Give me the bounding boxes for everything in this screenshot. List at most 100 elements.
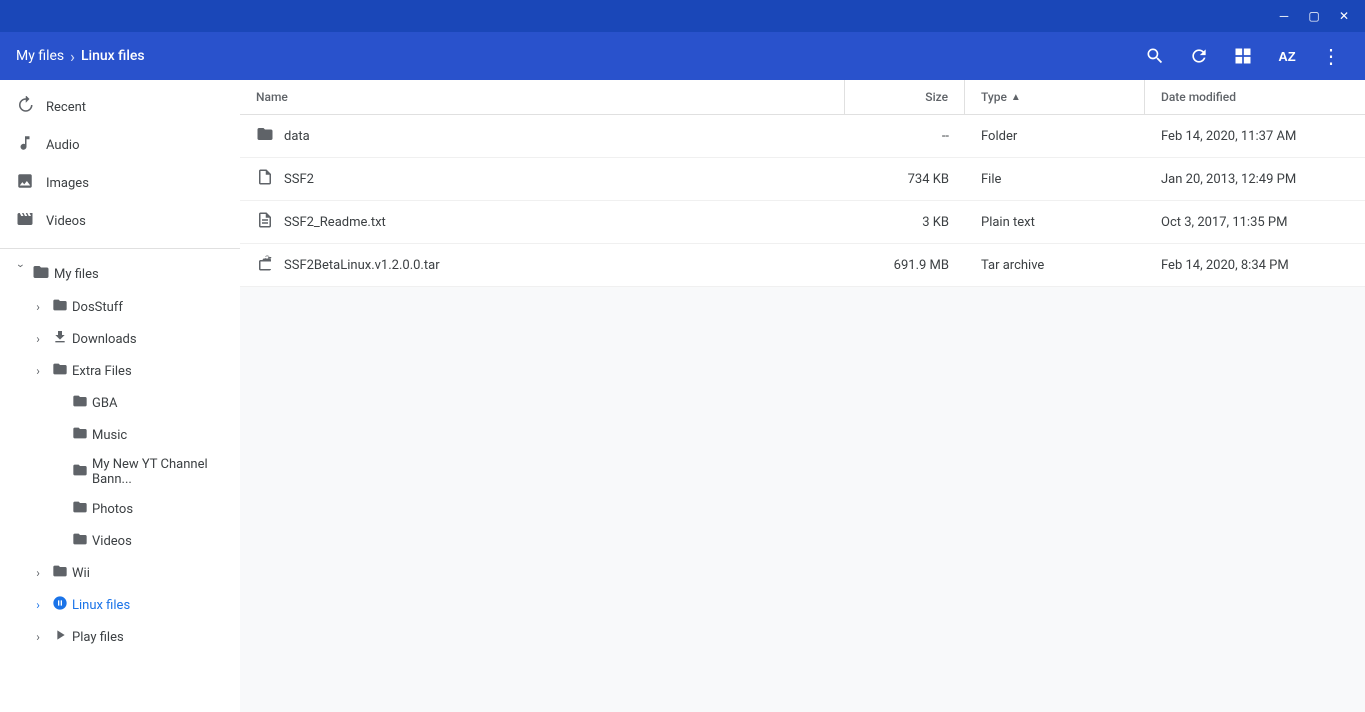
search-button[interactable] — [1137, 38, 1173, 74]
file-size: -- — [942, 129, 949, 144]
file-type-cell: Tar archive — [965, 244, 1145, 286]
file-type-cell: Plain text — [965, 201, 1145, 243]
column-header-name[interactable]: Name — [240, 80, 845, 114]
dosstuff-chevron: › — [28, 297, 48, 317]
titlebar: ─ ▢ ✕ — [0, 0, 1365, 32]
yt-channel-label: My New YT Channel Bann... — [92, 457, 232, 487]
sidebar-item-my-files[interactable]: › My files — [0, 257, 240, 291]
play-files-chevron: › — [28, 627, 48, 647]
file-name: data — [284, 129, 310, 144]
downloads-label: Downloads — [72, 332, 137, 347]
sidebar-item-downloads[interactable]: › Downloads — [0, 323, 240, 355]
breadcrumb-parent[interactable]: My files — [16, 48, 64, 64]
minimize-button[interactable]: ─ — [1271, 3, 1297, 29]
file-size: 734 KB — [908, 172, 949, 187]
sidebar-item-yt-channel[interactable]: › My New YT Channel Bann... — [0, 451, 240, 493]
sidebar-item-linux-files[interactable]: › Linux files — [0, 589, 240, 621]
videos-child-folder-icon — [72, 531, 88, 551]
type-sort-arrow: ▲ — [1011, 92, 1021, 103]
file-type-cell: Folder — [965, 115, 1145, 157]
grid-view-button[interactable] — [1225, 38, 1261, 74]
breadcrumb: My files › Linux files — [16, 47, 1137, 66]
file-size-cell: 691.9 MB — [845, 244, 965, 286]
table-header: Name Size Type ▲ Date modified — [240, 80, 1365, 115]
sidebar-item-recent[interactable]: Recent — [0, 88, 232, 126]
linux-files-special-icon — [52, 595, 68, 615]
file-date-cell: Oct 3, 2017, 11:35 PM — [1145, 201, 1365, 243]
linux-files-label: Linux files — [72, 598, 130, 613]
videos-child-label: Videos — [92, 534, 132, 549]
column-date-label: Date modified — [1161, 90, 1236, 104]
sidebar-item-extra-files[interactable]: › Extra Files — [0, 355, 240, 387]
extra-files-label: Extra Files — [72, 364, 132, 379]
main-layout: Recent Audio Images Videos › — [0, 80, 1365, 712]
downloads-chevron: › — [28, 329, 48, 349]
file-name-cell: data — [240, 115, 845, 157]
audio-icon — [16, 134, 34, 156]
file-date-cell: Jan 20, 2013, 12:49 PM — [1145, 158, 1365, 200]
file-date-cell: Feb 14, 2020, 8:34 PM — [1145, 244, 1365, 286]
table-row[interactable]: SSF2_Readme.txt 3 KB Plain text Oct 3, 2… — [240, 201, 1365, 244]
play-files-icon — [52, 627, 68, 647]
file-date: Oct 3, 2017, 11:35 PM — [1161, 215, 1287, 230]
sidebar-item-wii[interactable]: › Wii — [0, 557, 240, 589]
dosstuff-folder-icon — [52, 297, 68, 317]
photos-label: Photos — [92, 502, 133, 517]
images-label: Images — [46, 176, 89, 191]
file-date: Feb 14, 2020, 11:37 AM — [1161, 129, 1296, 144]
breadcrumb-separator: › — [70, 47, 75, 66]
videos-label: Videos — [46, 214, 86, 229]
gba-label: GBA — [92, 396, 117, 411]
maximize-button[interactable]: ▢ — [1301, 3, 1327, 29]
column-header-date[interactable]: Date modified — [1145, 80, 1365, 114]
gba-folder-icon — [72, 393, 88, 413]
extra-files-folder-icon — [52, 361, 68, 381]
sidebar-item-images[interactable]: Images — [0, 164, 232, 202]
sidebar-item-photos[interactable]: › Photos — [0, 493, 240, 525]
file-icon — [256, 168, 274, 190]
sidebar: Recent Audio Images Videos › — [0, 80, 240, 712]
sidebar-item-videos[interactable]: Videos — [0, 202, 232, 240]
column-name-label: Name — [256, 90, 288, 104]
file-name: SSF2 — [284, 172, 314, 187]
file-name-cell: SSF2BetaLinux.v1.2.0.0.tar — [240, 244, 845, 286]
file-type: Tar archive — [981, 258, 1044, 273]
videos-icon — [16, 210, 34, 232]
wii-chevron: › — [28, 563, 48, 583]
music-folder-icon — [72, 425, 88, 445]
refresh-icon — [1189, 46, 1209, 66]
sidebar-item-music[interactable]: › Music — [0, 419, 240, 451]
file-size-cell: -- — [845, 115, 965, 157]
folder-icon — [256, 125, 274, 147]
sidebar-item-dosstuff[interactable]: › DosStuff — [0, 291, 240, 323]
file-list-content: Name Size Type ▲ Date modified data - — [240, 80, 1365, 712]
file-name: SSF2BetaLinux.v1.2.0.0.tar — [284, 258, 440, 273]
sidebar-item-audio[interactable]: Audio — [0, 126, 232, 164]
my-files-chevron: › — [8, 264, 28, 284]
sidebar-item-gba[interactable]: › GBA — [0, 387, 240, 419]
recent-label: Recent — [46, 100, 86, 115]
audio-label: Audio — [46, 138, 79, 153]
file-name-cell: SSF2 — [240, 158, 845, 200]
column-size-label: Size — [925, 90, 948, 104]
archive-icon — [256, 254, 274, 276]
downloads-folder-icon — [52, 329, 68, 349]
column-header-size[interactable]: Size — [845, 80, 965, 114]
close-button[interactable]: ✕ — [1331, 3, 1357, 29]
column-header-type[interactable]: Type ▲ — [965, 80, 1145, 114]
sort-button[interactable]: AZ — [1269, 38, 1305, 74]
table-row[interactable]: SSF2 734 KB File Jan 20, 2013, 12:49 PM — [240, 158, 1365, 201]
table-row[interactable]: data -- Folder Feb 14, 2020, 11:37 AM — [240, 115, 1365, 158]
sidebar-item-videos-child[interactable]: › Videos — [0, 525, 240, 557]
sidebar-item-play-files[interactable]: › Play files — [0, 621, 240, 653]
file-size: 3 KB — [922, 215, 949, 230]
file-size: 691.9 MB — [894, 258, 949, 273]
refresh-button[interactable] — [1181, 38, 1217, 74]
more-menu-button[interactable]: ⋮ — [1313, 38, 1349, 74]
music-label: Music — [92, 428, 127, 443]
wii-label: Wii — [72, 566, 90, 581]
yt-channel-folder-icon — [72, 462, 88, 482]
file-size-cell: 3 KB — [845, 201, 965, 243]
header: My files › Linux files AZ ⋮ — [0, 32, 1365, 80]
table-row[interactable]: SSF2BetaLinux.v1.2.0.0.tar 691.9 MB Tar … — [240, 244, 1365, 287]
